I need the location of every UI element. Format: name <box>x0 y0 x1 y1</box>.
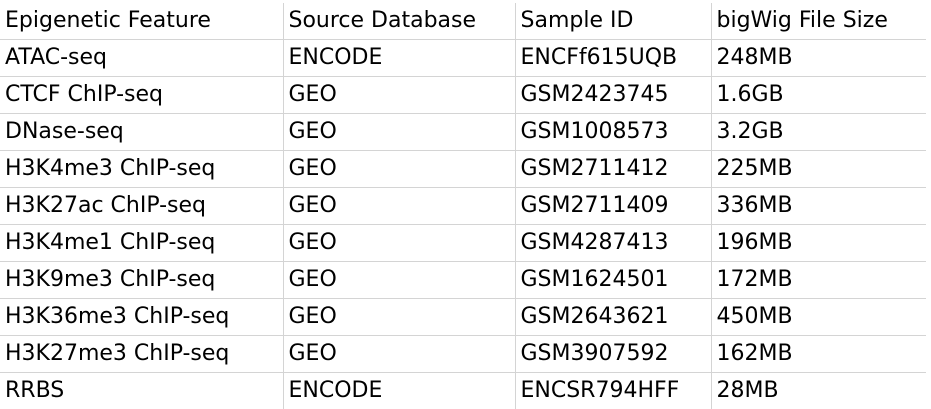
header-cell-bigwig-file-size[interactable]: bigWig File Size <box>711 3 926 40</box>
cell-source-database[interactable]: GEO <box>283 114 515 151</box>
cell-epigenetic-feature[interactable]: H3K27me3 ChIP-seq <box>0 336 283 373</box>
cell-sample-id[interactable]: ENCSR794HFF <box>515 373 711 409</box>
cell-epigenetic-feature[interactable]: CTCF ChIP-seq <box>0 77 283 114</box>
cell-sample-id[interactable]: GSM2711412 <box>515 151 711 188</box>
cell-source-database[interactable]: GEO <box>283 151 515 188</box>
table-row: RRBS ENCODE ENCSR794HFF 28MB <box>0 373 926 409</box>
data-table: Epigenetic Feature Source Database Sampl… <box>0 3 926 409</box>
header-cell-sample-id[interactable]: Sample ID <box>515 3 711 40</box>
table-row: CTCF ChIP-seq GEO GSM2423745 1.6GB <box>0 77 926 114</box>
cell-source-database[interactable]: GEO <box>283 336 515 373</box>
table-row: H3K4me1 ChIP-seq GEO GSM4287413 196MB <box>0 225 926 262</box>
cell-sample-id[interactable]: ENCFf615UQB <box>515 40 711 77</box>
cell-source-database[interactable]: GEO <box>283 188 515 225</box>
cell-epigenetic-feature[interactable]: H3K4me1 ChIP-seq <box>0 225 283 262</box>
header-cell-epigenetic-feature[interactable]: Epigenetic Feature <box>0 3 283 40</box>
header-row: Epigenetic Feature Source Database Sampl… <box>0 3 926 40</box>
cell-bigwig-file-size[interactable]: 225MB <box>711 151 926 188</box>
cell-sample-id[interactable]: GSM1008573 <box>515 114 711 151</box>
cell-sample-id[interactable]: GSM4287413 <box>515 225 711 262</box>
cell-sample-id[interactable]: GSM1624501 <box>515 262 711 299</box>
cell-epigenetic-feature[interactable]: H3K9me3 ChIP-seq <box>0 262 283 299</box>
cell-sample-id[interactable]: GSM3907592 <box>515 336 711 373</box>
cell-bigwig-file-size[interactable]: 336MB <box>711 188 926 225</box>
cell-bigwig-file-size[interactable]: 450MB <box>711 299 926 336</box>
cell-bigwig-file-size[interactable]: 172MB <box>711 262 926 299</box>
cell-epigenetic-feature[interactable]: H3K27ac ChIP-seq <box>0 188 283 225</box>
table-row: H3K9me3 ChIP-seq GEO GSM1624501 172MB <box>0 262 926 299</box>
header-cell-source-database[interactable]: Source Database <box>283 3 515 40</box>
cell-source-database[interactable]: ENCODE <box>283 373 515 409</box>
cell-epigenetic-feature[interactable]: RRBS <box>0 373 283 409</box>
cell-bigwig-file-size[interactable]: 1.6GB <box>711 77 926 114</box>
cell-bigwig-file-size[interactable]: 28MB <box>711 373 926 409</box>
table-row: H3K27me3 ChIP-seq GEO GSM3907592 162MB <box>0 336 926 373</box>
cell-source-database[interactable]: GEO <box>283 262 515 299</box>
cell-source-database[interactable]: GEO <box>283 225 515 262</box>
cell-source-database[interactable]: GEO <box>283 299 515 336</box>
cell-sample-id[interactable]: GSM2643621 <box>515 299 711 336</box>
cell-bigwig-file-size[interactable]: 3.2GB <box>711 114 926 151</box>
cell-epigenetic-feature[interactable]: ATAC-seq <box>0 40 283 77</box>
spreadsheet-sheet: Epigenetic Feature Source Database Sampl… <box>0 0 931 408</box>
cell-source-database[interactable]: GEO <box>283 77 515 114</box>
cell-sample-id[interactable]: GSM2711409 <box>515 188 711 225</box>
cell-epigenetic-feature[interactable]: DNase-seq <box>0 114 283 151</box>
cell-bigwig-file-size[interactable]: 162MB <box>711 336 926 373</box>
table-row: H3K4me3 ChIP-seq GEO GSM2711412 225MB <box>0 151 926 188</box>
table-row: H3K27ac ChIP-seq GEO GSM2711409 336MB <box>0 188 926 225</box>
cell-bigwig-file-size[interactable]: 196MB <box>711 225 926 262</box>
table-row: ATAC-seq ENCODE ENCFf615UQB 248MB <box>0 40 926 77</box>
cell-epigenetic-feature[interactable]: H3K4me3 ChIP-seq <box>0 151 283 188</box>
table-row: H3K36me3 ChIP-seq GEO GSM2643621 450MB <box>0 299 926 336</box>
cell-source-database[interactable]: ENCODE <box>283 40 515 77</box>
cell-bigwig-file-size[interactable]: 248MB <box>711 40 926 77</box>
cell-epigenetic-feature[interactable]: H3K36me3 ChIP-seq <box>0 299 283 336</box>
table-row: DNase-seq GEO GSM1008573 3.2GB <box>0 114 926 151</box>
cell-sample-id[interactable]: GSM2423745 <box>515 77 711 114</box>
